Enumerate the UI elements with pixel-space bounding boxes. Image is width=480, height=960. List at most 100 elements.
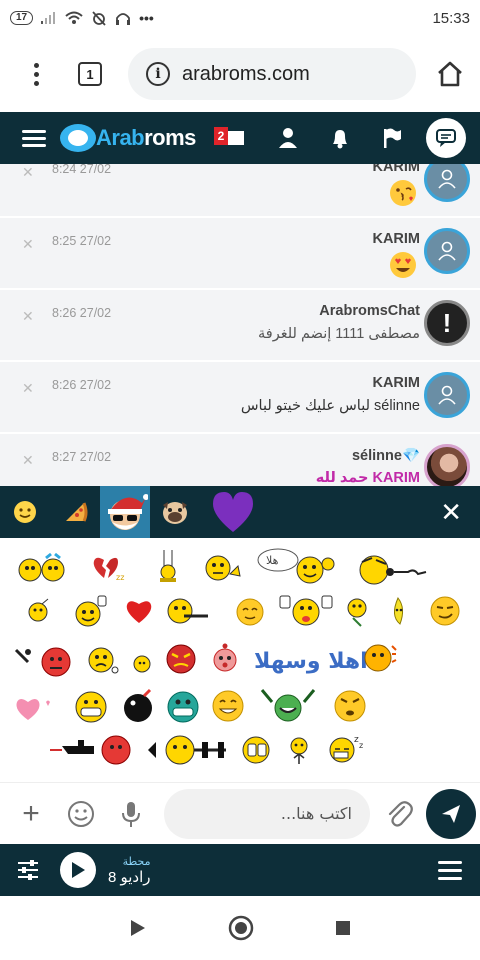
blowing-smiley-icon[interactable] (352, 550, 430, 586)
paperclip-icon[interactable] (384, 799, 414, 829)
user-avatar[interactable] (424, 164, 470, 202)
message-composer: + (0, 782, 480, 844)
message-text: KARIM حمد لله (315, 470, 420, 486)
black-bomb-icon[interactable] (122, 688, 156, 724)
equalizer-icon[interactable] (16, 858, 40, 882)
bomb-smiley-icon[interactable] (26, 598, 50, 624)
radio-menu-icon[interactable] (438, 860, 462, 880)
mentioned-user[interactable]: KARIM (372, 470, 420, 486)
thinking-smiley-icon[interactable] (204, 552, 244, 584)
diamond-icon: 💎 (401, 448, 420, 464)
home-icon[interactable] (436, 60, 464, 88)
back-icon[interactable] (128, 918, 148, 938)
site-menu-icon[interactable] (22, 129, 46, 147)
pug-tab[interactable] (150, 486, 200, 538)
sad-smiley-icon[interactable] (86, 644, 120, 676)
home-circle-icon[interactable] (228, 915, 254, 941)
message-text: مصطفى 1111 إنضم للغرفة (258, 326, 420, 342)
pizza-tab[interactable] (50, 486, 100, 538)
message-input[interactable] (164, 788, 370, 839)
delete-message-icon[interactable]: ✕ (22, 236, 34, 253)
delete-message-icon[interactable]: ✕ (22, 308, 34, 325)
message-time: 8:26 27/02 (52, 378, 112, 392)
message-author[interactable]: KARIM (372, 164, 420, 175)
relieved-smiley-icon[interactable] (234, 596, 266, 628)
smirk-smiley-icon[interactable] (428, 594, 462, 628)
sick-smiley-icon[interactable] (344, 596, 370, 628)
pink-face-icon[interactable] (212, 642, 238, 674)
crying-smiley-icon[interactable] (362, 640, 398, 676)
angry-red-smiley-icon[interactable] (14, 642, 74, 678)
private-messages-button[interactable]: 2 (213, 127, 246, 149)
site-header: Arabroms 2 (0, 112, 480, 164)
status-bar: 17 ••• 15:33 (0, 0, 480, 36)
send-icon (442, 804, 460, 823)
santa-tab[interactable] (100, 486, 150, 538)
sleeping-smiley-icon[interactable]: zz (326, 732, 366, 764)
play-button[interactable] (60, 852, 96, 888)
smiley-tab[interactable] (0, 486, 50, 538)
message-time: 8:25 27/02 (52, 234, 112, 248)
user-photo-avatar[interactable] (424, 444, 470, 486)
delete-message-icon[interactable]: ✕ (22, 452, 34, 469)
emoji-category-tabs: ✕ (0, 486, 480, 538)
cigar-smiley-icon[interactable] (166, 596, 212, 626)
hanging-smiley-icon[interactable] (156, 550, 182, 584)
bell-icon[interactable] (328, 126, 352, 150)
dumbbell-smiley-icon[interactable] (146, 732, 228, 766)
address-bar[interactable]: i arabroms.com (128, 48, 416, 100)
tongue-smiley-icon[interactable] (276, 592, 336, 628)
tab-switcher-button[interactable]: 1 (78, 62, 102, 86)
gun-smiley-icon[interactable] (48, 732, 136, 766)
chat-rooms-button[interactable] (425, 118, 466, 158)
tiny-smiley-icon[interactable] (132, 654, 152, 674)
user-icon[interactable] (276, 126, 300, 150)
cheering-green-smiley-icon[interactable] (258, 686, 318, 726)
close-emoji-panel-icon[interactable]: ✕ (440, 497, 462, 528)
microphone-icon[interactable] (116, 799, 146, 829)
message-time: 8:27 27/02 (52, 450, 112, 464)
hala-sign-smiley-icon[interactable]: هلا (256, 546, 338, 586)
pink-heart-icon[interactable] (14, 694, 54, 722)
chat-messages[interactable]: ✕ 8:24 27/02 KARIM ✕ 8:25 27/02 KARIM ✕ … (0, 164, 480, 486)
android-nav-bar (0, 896, 480, 960)
dancing-smiley-icon[interactable] (286, 736, 312, 766)
flag-icon[interactable] (380, 126, 404, 150)
broken-heart-icon[interactable]: zz (90, 554, 126, 582)
send-button[interactable] (426, 788, 476, 839)
message-author[interactable]: sélinne💎 (352, 447, 420, 464)
user-avatar[interactable] (424, 228, 470, 274)
recents-icon[interactable] (334, 919, 352, 937)
user-avatar[interactable] (424, 372, 470, 418)
arabroms-logo[interactable]: Arabroms (60, 124, 196, 152)
green-grin-icon[interactable] (164, 688, 202, 726)
muted-alarm-icon (92, 11, 106, 26)
site-info-icon[interactable]: i (146, 62, 170, 86)
headphones-icon (116, 13, 131, 25)
delete-message-icon[interactable]: ✕ (22, 164, 34, 181)
peeking-smiley-icon[interactable] (240, 734, 274, 766)
message-time: 8:26 27/02 (52, 306, 112, 320)
add-attachment-icon[interactable]: + (18, 797, 44, 831)
red-heart-icon[interactable] (124, 598, 154, 624)
emoji-picker-icon[interactable] (66, 799, 96, 829)
more-dots-icon: ••• (139, 10, 154, 26)
clock: 15:33 (432, 9, 470, 27)
devil-smiley-icon[interactable] (164, 642, 198, 676)
chat-message: ✕ 8:26 27/02 KARIM sélinne لباس عليك خيت… (0, 362, 480, 432)
heart-tab[interactable] (200, 486, 266, 538)
angry-face-icon[interactable] (332, 686, 368, 724)
twin-smileys-icon[interactable] (18, 552, 68, 584)
message-author[interactable]: KARIM (372, 375, 420, 391)
message-author[interactable]: KARIM (372, 231, 420, 247)
delete-message-icon[interactable]: ✕ (22, 380, 34, 397)
banana-smiley-icon[interactable] (386, 596, 410, 626)
grinning-teeth-icon[interactable] (72, 688, 110, 726)
emoji-grid: zz هلا اهلا وسهلا zz (0, 538, 480, 782)
system-bot-avatar[interactable]: ! (424, 300, 470, 346)
smiling-smiley-icon[interactable] (210, 688, 246, 724)
browser-menu-icon[interactable] (24, 62, 48, 86)
message-author[interactable]: ArabromsChat (319, 303, 420, 319)
battery-indicator: 17 (10, 11, 34, 25)
waving-smiley-icon[interactable] (72, 594, 110, 628)
